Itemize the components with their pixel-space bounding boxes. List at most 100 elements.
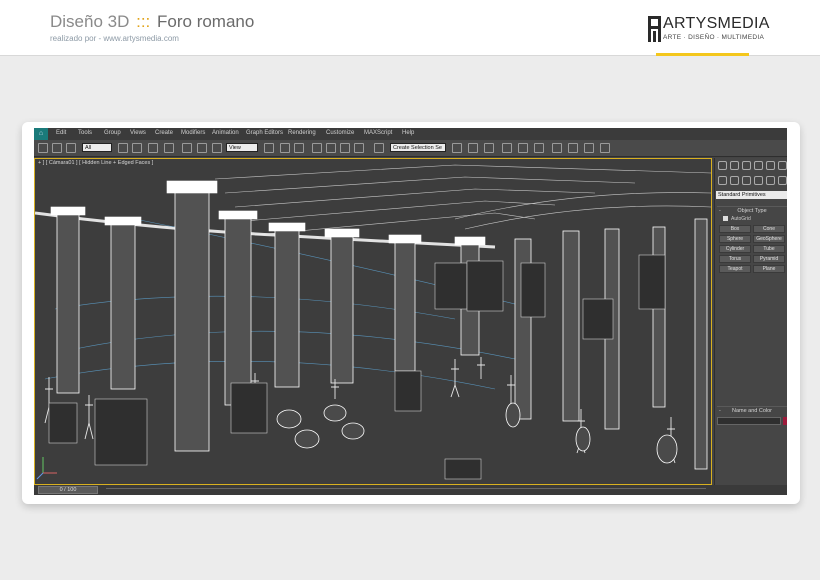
torus-button[interactable]: Torus	[719, 255, 751, 263]
scale-icon[interactable]	[212, 143, 222, 153]
select-manipulate-icon[interactable]	[280, 143, 290, 153]
menu-help[interactable]: Help	[402, 130, 414, 136]
rollout-collapse-icon: -	[719, 408, 721, 414]
rollout-name-color-label: Name and Color	[731, 408, 773, 414]
menu-animation[interactable]: Animation	[212, 130, 239, 136]
time-slider[interactable]: 0 / 100	[38, 486, 98, 494]
object-color-swatch[interactable]	[783, 417, 787, 425]
logo-mark-icon	[648, 16, 661, 42]
pyramid-button[interactable]: Pyramid	[753, 255, 785, 263]
mirror-icon[interactable]	[452, 143, 462, 153]
utilities-tab-icon[interactable]	[778, 161, 787, 170]
link-icon[interactable]	[66, 143, 76, 153]
curve-editor-icon[interactable]	[502, 143, 512, 153]
menu-group[interactable]: Group	[104, 130, 121, 136]
rollout-name-color[interactable]: - Name and Color	[717, 406, 787, 414]
named-selection-select[interactable]: Create Selection Se	[390, 143, 446, 152]
helpers-icon[interactable]	[766, 176, 775, 185]
page-header: Diseño 3D ::: Foro romano realizado por …	[0, 0, 820, 56]
rendered-frame-icon[interactable]	[568, 143, 578, 153]
roman-forum-wireframe	[35, 164, 711, 480]
command-panel: Standard Primitives - Object Type AutoGr…	[714, 158, 787, 485]
rollout-object-type[interactable]: - Object Type	[717, 206, 787, 214]
rollout-object-type-label: Object Type	[737, 208, 767, 214]
layer-manager-icon[interactable]	[484, 143, 494, 153]
menu-bar: ⌂ Edit Tools Group Views Create Modifier…	[34, 128, 787, 140]
logo-accent-bar	[656, 53, 749, 56]
modify-tab-icon[interactable]	[730, 161, 739, 170]
menu-customize[interactable]: Customize	[326, 130, 354, 136]
pivot-center-icon[interactable]	[264, 143, 274, 153]
page-subtitle: realizado por - www.artysmedia.com	[50, 34, 179, 43]
snap-toggle-icon[interactable]	[312, 143, 322, 153]
edit-named-selection-icon[interactable]	[374, 143, 384, 153]
align-icon[interactable]	[468, 143, 478, 153]
render-setup-icon[interactable]	[552, 143, 562, 153]
box-button[interactable]: Box	[719, 225, 751, 233]
redo-icon[interactable]	[52, 143, 62, 153]
menu-edit[interactable]: Edit	[56, 130, 66, 136]
axis-gizmo-icon	[36, 457, 57, 480]
object-name-input[interactable]	[717, 417, 781, 425]
title-prefix: Diseño 3D	[50, 12, 130, 31]
tube-button[interactable]: Tube	[753, 245, 785, 253]
menu-modifiers[interactable]: Modifiers	[181, 130, 205, 136]
undo-icon[interactable]	[38, 143, 48, 153]
cameras-icon[interactable]	[754, 176, 763, 185]
checkbox-icon	[723, 216, 728, 221]
geometry-icon[interactable]	[718, 176, 727, 185]
select-by-name-icon[interactable]	[132, 143, 142, 153]
viewport-label[interactable]: + ] [ Cámara01 ] [ Hidden Line + Edged F…	[38, 160, 153, 166]
shapes-icon[interactable]	[730, 176, 739, 185]
selection-filter-select[interactable]: All	[82, 143, 112, 152]
space-warps-icon[interactable]	[778, 176, 787, 185]
cone-button[interactable]: Cone	[753, 225, 785, 233]
logo-name: ARTYSMEDIA	[663, 15, 770, 32]
spinner-snap-icon[interactable]	[354, 143, 364, 153]
plane-button[interactable]: Plane	[753, 265, 785, 273]
cylinder-button[interactable]: Cylinder	[719, 245, 751, 253]
teapot-button[interactable]: Teapot	[719, 265, 751, 273]
title-project: Foro romano	[157, 12, 255, 31]
window-crossing-icon[interactable]	[164, 143, 174, 153]
main-toolbar: All View Create Selection Se	[34, 140, 787, 157]
rectangle-select-icon[interactable]	[148, 143, 158, 153]
schematic-view-icon[interactable]	[518, 143, 528, 153]
primitive-type-dropdown[interactable]: Standard Primitives	[716, 191, 787, 199]
hierarchy-tab-icon[interactable]	[742, 161, 751, 170]
menu-tools[interactable]: Tools	[78, 130, 92, 136]
autogrid-checkbox[interactable]: AutoGrid	[723, 216, 751, 222]
menu-create[interactable]: Create	[155, 130, 173, 136]
display-tab-icon[interactable]	[766, 161, 775, 170]
keyboard-shortcut-icon[interactable]	[294, 143, 304, 153]
reference-coordinate-select[interactable]: View	[226, 143, 258, 152]
camera-viewport[interactable]: + ] [ Cámara01 ] [ Hidden Line + Edged F…	[34, 158, 712, 485]
logo-tagline: ARTE · DISEÑO · MULTIMEDIA	[663, 34, 765, 41]
3d-app-window: ⌂ Edit Tools Group Views Create Modifier…	[34, 128, 787, 495]
command-panel-tabs	[715, 158, 787, 188]
app-logo-icon[interactable]: ⌂	[34, 128, 48, 140]
move-icon[interactable]	[182, 143, 192, 153]
frieze-band	[35, 211, 496, 249]
menu-rendering[interactable]: Rendering	[288, 130, 316, 136]
rollout-collapse-icon: -	[719, 208, 721, 214]
percent-snap-icon[interactable]	[340, 143, 350, 153]
angle-snap-icon[interactable]	[326, 143, 336, 153]
rotate-icon[interactable]	[197, 143, 207, 153]
material-editor-icon[interactable]	[534, 143, 544, 153]
select-object-icon[interactable]	[118, 143, 128, 153]
menu-views[interactable]: Views	[130, 130, 146, 136]
create-tab-icon[interactable]	[718, 161, 727, 170]
motion-tab-icon[interactable]	[754, 161, 763, 170]
lights-icon[interactable]	[742, 176, 751, 185]
render-production-icon[interactable]	[584, 143, 594, 153]
menu-graph-editors[interactable]: Graph Editors	[246, 130, 283, 136]
render-teapot-icon[interactable]	[600, 143, 610, 153]
brand-logo[interactable]: ARTYSMEDIA ARTE · DISEÑO · MULTIMEDIA	[648, 14, 769, 46]
time-track[interactable]	[106, 488, 706, 492]
autogrid-label: AutoGrid	[731, 216, 751, 222]
sphere-button[interactable]: Sphere	[719, 235, 751, 243]
menu-maxscript[interactable]: MAXScript	[364, 130, 392, 136]
time-slider-bar: 0 / 100	[34, 485, 787, 495]
geosphere-button[interactable]: GeoSphere	[753, 235, 785, 243]
